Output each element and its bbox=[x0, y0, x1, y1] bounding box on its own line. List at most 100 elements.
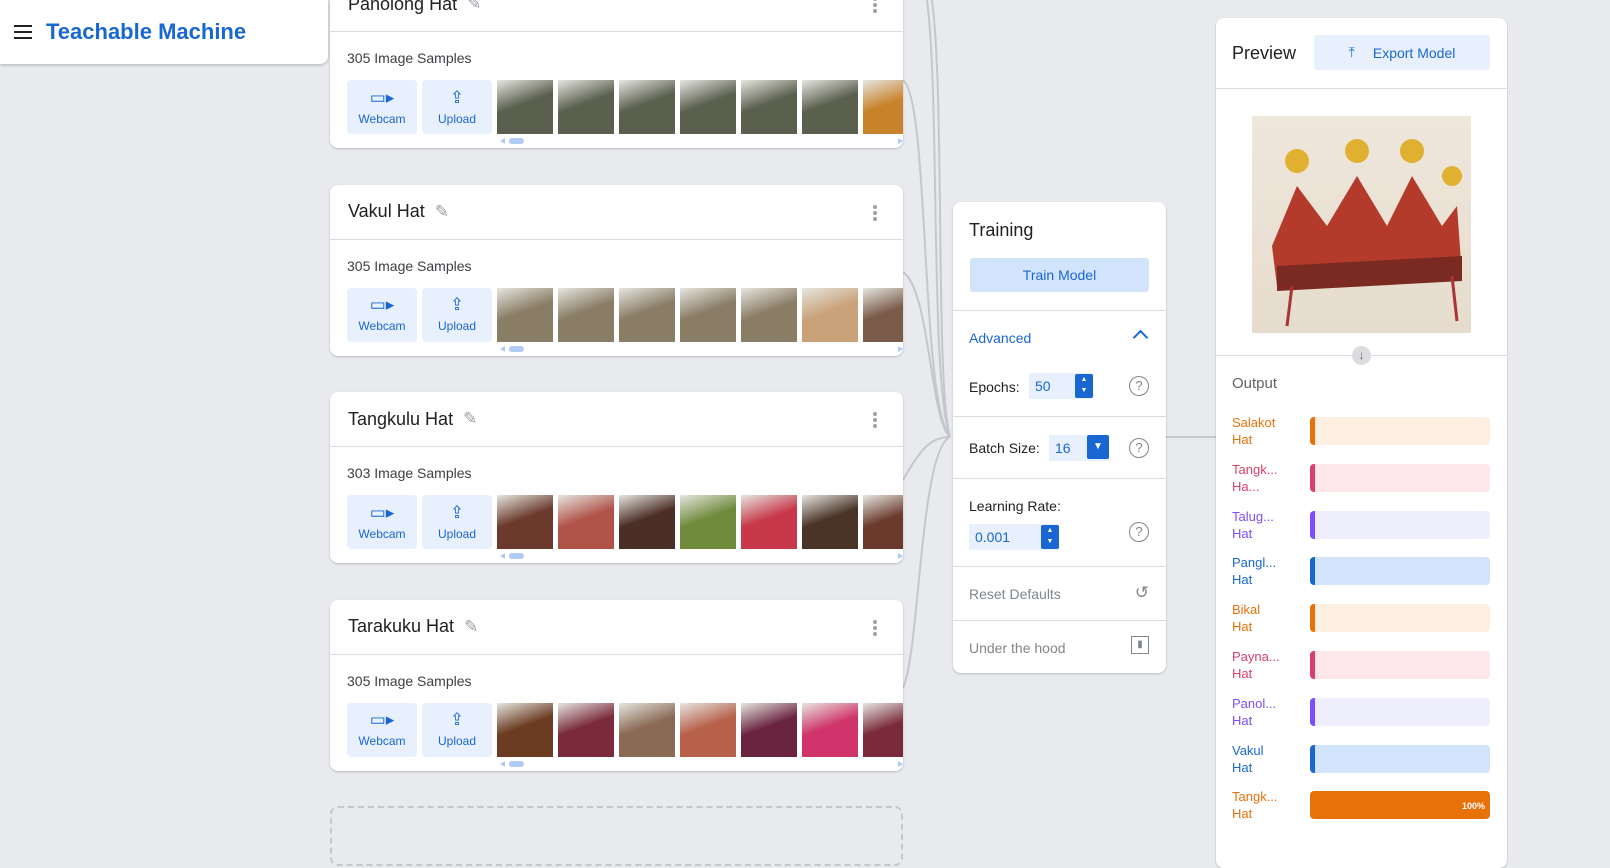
history-icon[interactable]: ↺ bbox=[1135, 583, 1149, 603]
output-label: Tangk... Hat bbox=[1232, 789, 1278, 822]
sample-thumbnail[interactable] bbox=[619, 702, 675, 757]
more-options-icon[interactable] bbox=[873, 619, 877, 638]
output-label: Payna... Hat bbox=[1232, 649, 1280, 681]
arrow-down-icon[interactable]: ↓ bbox=[1352, 346, 1371, 365]
add-class-card[interactable] bbox=[330, 806, 903, 866]
output-title: Output bbox=[1232, 375, 1278, 392]
class-name[interactable]: Vakul Hat bbox=[348, 201, 425, 222]
confidence-bar bbox=[1310, 651, 1490, 679]
advanced-toggle[interactable]: Advanced bbox=[969, 330, 1031, 346]
sample-thumbnail[interactable] bbox=[497, 80, 553, 134]
confidence-fill bbox=[1310, 417, 1315, 445]
class-card: Tangkulu Hat ✎ 303 Image Samples ▭▸ Webcam… bbox=[330, 392, 903, 563]
sample-thumbnail[interactable] bbox=[741, 495, 797, 549]
class-name[interactable]: Panolong Hat bbox=[348, 0, 457, 15]
sample-count: 305 Image Samples bbox=[347, 672, 472, 689]
confidence-bar bbox=[1310, 744, 1490, 773]
sample-thumbnail[interactable] bbox=[863, 702, 903, 757]
thumbnail-scrollbar[interactable] bbox=[500, 760, 903, 768]
sample-thumbnail[interactable] bbox=[741, 80, 797, 134]
chevron-up-icon[interactable] bbox=[1132, 329, 1149, 346]
sample-thumbnail[interactable] bbox=[680, 495, 736, 549]
sample-thumbnail[interactable] bbox=[863, 80, 903, 134]
output-label: Vakul Hat bbox=[1232, 742, 1264, 775]
upload-button[interactable]: ⇪ Upload bbox=[422, 80, 492, 134]
training-panel: Training Train Model Advanced Epochs: 50… bbox=[953, 202, 1166, 673]
more-options-icon[interactable] bbox=[873, 204, 877, 223]
sample-thumbnail[interactable] bbox=[619, 80, 675, 134]
output-row: Talug... Hat bbox=[1232, 509, 1492, 551]
sample-thumbnail[interactable] bbox=[558, 702, 614, 757]
confidence-bar bbox=[1310, 604, 1490, 633]
learning-rate-stepper[interactable]: ▲ ▼ bbox=[1041, 525, 1059, 549]
sample-thumbnail[interactable] bbox=[558, 80, 614, 134]
help-icon[interactable]: ? bbox=[1129, 438, 1149, 458]
sample-thumbnail[interactable] bbox=[741, 287, 797, 342]
more-options-icon[interactable] bbox=[873, 412, 877, 430]
video-camera-icon: ▭▸ bbox=[369, 710, 395, 729]
thumbnail-scrollbar[interactable] bbox=[500, 137, 903, 145]
sample-thumbnail[interactable] bbox=[497, 287, 553, 342]
edit-pencil-icon[interactable]: ✎ bbox=[467, 0, 481, 14]
sample-thumbnail[interactable] bbox=[741, 702, 797, 757]
confidence-fill bbox=[1310, 463, 1315, 492]
thumbnail-scrollbar[interactable] bbox=[500, 345, 903, 353]
thumbnail-scrollbar[interactable] bbox=[500, 552, 903, 560]
reset-defaults-button[interactable]: Reset Defaults bbox=[969, 586, 1061, 602]
upload-label: Upload bbox=[437, 526, 477, 541]
webcam-button[interactable]: ▭▸ Webcam bbox=[347, 495, 417, 549]
class-name[interactable]: Tarakuku Hat bbox=[348, 616, 454, 637]
under-the-hood-button[interactable]: Under the hood bbox=[969, 640, 1066, 656]
confidence-fill bbox=[1310, 744, 1315, 773]
dropdown-icon[interactable]: ▼ bbox=[1087, 435, 1109, 459]
webcam-button[interactable]: ▭▸ Webcam bbox=[347, 702, 417, 757]
confidence-fill: 100% bbox=[1310, 791, 1490, 820]
edit-pencil-icon[interactable]: ✎ bbox=[464, 617, 478, 637]
output-label: Salakot Hat bbox=[1232, 415, 1276, 447]
more-options-icon[interactable] bbox=[873, 0, 877, 15]
train-model-button[interactable]: Train Model bbox=[970, 258, 1149, 292]
sample-thumbnail[interactable] bbox=[802, 287, 858, 342]
sample-thumbnail[interactable] bbox=[558, 495, 614, 549]
webcam-button[interactable]: ▭▸ Webcam bbox=[347, 80, 417, 134]
sample-thumbnails bbox=[497, 702, 903, 757]
output-row: Vakul Hat bbox=[1232, 742, 1492, 785]
menu-icon[interactable] bbox=[14, 25, 32, 39]
export-model-button[interactable]: ⤒ Export Model bbox=[1314, 35, 1490, 70]
upload-label: Upload bbox=[437, 319, 477, 333]
sample-thumbnail[interactable] bbox=[497, 495, 553, 549]
upload-button[interactable]: ⇪ Upload bbox=[422, 287, 492, 342]
sample-thumbnail[interactable] bbox=[619, 287, 675, 342]
class-card: Panolong Hat ✎ 305 Image Samples ▭▸ Webcam… bbox=[330, 0, 903, 148]
sample-thumbnail[interactable] bbox=[619, 495, 675, 549]
webcam-label: Webcam bbox=[358, 526, 406, 541]
sample-thumbnail[interactable] bbox=[802, 702, 858, 757]
epochs-stepper[interactable]: ▲ ▼ bbox=[1075, 374, 1093, 398]
upload-button[interactable]: ⇪ Upload bbox=[422, 495, 492, 549]
sample-thumbnail[interactable] bbox=[863, 287, 903, 342]
output-label: Tangk... Ha... bbox=[1232, 461, 1278, 494]
sample-thumbnail[interactable] bbox=[802, 495, 858, 549]
help-icon[interactable]: ? bbox=[1129, 376, 1149, 396]
export-icon: ⤒ bbox=[1348, 44, 1355, 60]
sample-count: 305 Image Samples bbox=[347, 257, 472, 274]
edit-pencil-icon[interactable]: ✎ bbox=[463, 409, 477, 429]
chart-icon[interactable]: ▮ bbox=[1131, 636, 1149, 654]
sample-thumbnail[interactable] bbox=[802, 80, 858, 134]
class-name[interactable]: Tangkulu Hat bbox=[348, 409, 453, 430]
upload-label: Upload bbox=[437, 111, 477, 126]
sample-thumbnail[interactable] bbox=[680, 702, 736, 757]
sample-thumbnail[interactable] bbox=[863, 495, 903, 549]
output-label: Bikal Hat bbox=[1232, 602, 1261, 635]
edit-pencil-icon[interactable]: ✎ bbox=[435, 202, 449, 222]
sample-thumbnail[interactable] bbox=[558, 287, 614, 342]
sample-thumbnail[interactable] bbox=[680, 287, 736, 342]
video-camera-icon: ▭▸ bbox=[369, 295, 395, 314]
sample-thumbnail[interactable] bbox=[680, 80, 736, 134]
confidence-fill bbox=[1310, 510, 1315, 539]
app-logo[interactable]: Teachable Machine bbox=[46, 19, 246, 45]
sample-thumbnail[interactable] bbox=[497, 702, 553, 757]
upload-button[interactable]: ⇪ Upload bbox=[422, 702, 492, 757]
help-icon[interactable]: ? bbox=[1129, 522, 1149, 542]
webcam-button[interactable]: ▭▸ Webcam bbox=[347, 287, 417, 342]
